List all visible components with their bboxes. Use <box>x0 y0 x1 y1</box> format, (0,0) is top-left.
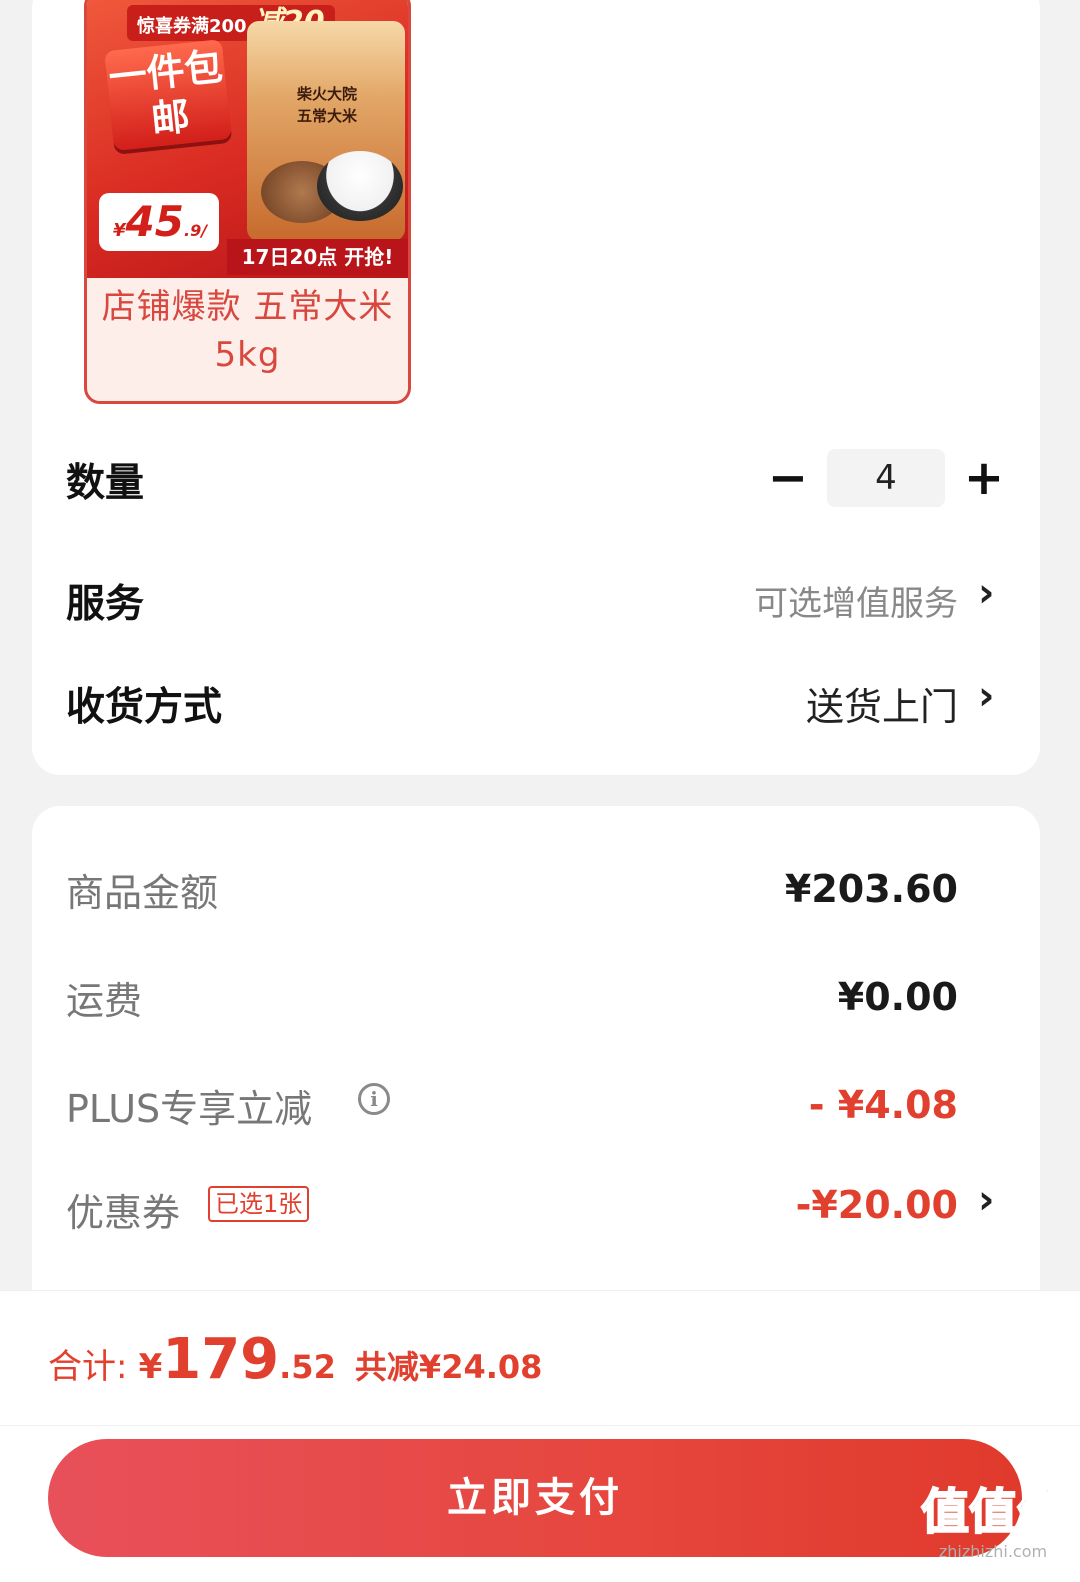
plus-discount-value: - ¥4.08 <box>808 1083 958 1127</box>
plus-discount-label: PLUS专享立减 <box>66 1087 313 1131</box>
product-image: 惊喜券满200 减20 一件包邮 ¥45.9/袋 柴火大院 五常大米 17日20… <box>87 0 408 278</box>
pay-now-button[interactable]: 立即支付 <box>48 1439 1022 1557</box>
delivery-method-value[interactable]: 送货上门 <box>806 676 958 731</box>
coupon-label: 优惠券 <box>66 1191 181 1235</box>
rice-bowl-illustration <box>317 151 403 221</box>
shipping-fee-label: 运费 <box>66 979 143 1023</box>
quantity-label: 数量 <box>66 461 145 506</box>
coupon-value[interactable]: -¥20.00 <box>796 1183 958 1227</box>
divider <box>0 1425 1080 1426</box>
total-label: 合计: <box>48 1347 128 1387</box>
delivery-method-label: 收货方式 <box>66 685 223 730</box>
order-total: 合计: ¥179.52 共减¥24.08 <box>48 1327 542 1392</box>
delivery-chevron-icon[interactable]: › <box>978 673 994 719</box>
site-watermark: 值值值 zhizhizhi.com <box>918 1482 1068 1578</box>
goods-amount-label: 商品金额 <box>66 871 219 915</box>
watermark-logo: 值值值 <box>920 1483 1066 1541</box>
service-chevron-icon[interactable]: › <box>978 570 994 616</box>
total-saved: 共减¥24.08 <box>354 1348 543 1386</box>
promo-coupon-text: 惊喜券满200 <box>137 16 247 37</box>
rice-brand-name: 柴火大院 <box>296 85 357 103</box>
service-label: 服务 <box>66 582 145 627</box>
total-integer: 179 <box>162 1327 280 1392</box>
coupon-chevron-icon[interactable]: › <box>978 1177 994 1223</box>
shipping-fee-value: ¥0.00 <box>837 975 958 1019</box>
watermark-url: zhizhizhi.com <box>938 1542 1048 1561</box>
quantity-increase-button[interactable]: + <box>962 452 1006 508</box>
total-currency: ¥ <box>138 1347 163 1387</box>
product-caption: 店铺爆款 五常大米 5kg <box>101 287 394 375</box>
product-tile[interactable]: 惊喜券满200 减20 一件包邮 ¥45.9/袋 柴火大院 五常大米 17日20… <box>84 0 411 404</box>
quantity-decrease-button[interactable]: − <box>766 452 810 508</box>
promo-price-tag: ¥45.9/袋 <box>99 193 219 251</box>
coupon-selected-tag: 已选1张 <box>208 1186 310 1222</box>
total-decimal: .52 <box>279 1348 336 1386</box>
promo-price-currency: ¥ <box>113 220 126 241</box>
info-icon[interactable]: i <box>358 1083 390 1115</box>
rice-product-name: 五常大米 <box>296 107 357 125</box>
free-shipping-badge: 一件包邮 <box>104 39 232 151</box>
promo-price-int: 45 <box>125 197 184 246</box>
checkout-page: 惊喜券满200 减20 一件包邮 ¥45.9/袋 柴火大院 五常大米 17日20… <box>0 0 1080 1582</box>
quantity-input[interactable]: 4 <box>827 449 945 507</box>
rice-bag-label: 柴火大院 五常大米 <box>267 83 387 127</box>
goods-amount-value: ¥203.60 <box>784 867 958 911</box>
sale-time-strip: 17日20点 开抢! <box>227 239 408 275</box>
rice-bag-illustration: 柴火大院 五常大米 <box>247 21 405 241</box>
service-value[interactable]: 可选增值服务 <box>754 576 958 625</box>
